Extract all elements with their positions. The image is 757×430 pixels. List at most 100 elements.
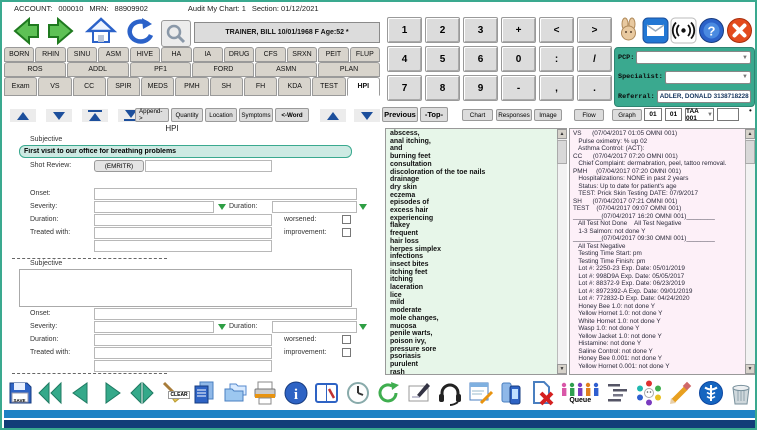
symptom-item[interactable]: pressure sore <box>390 346 554 354</box>
chart-tab[interactable]: FORD <box>192 62 254 77</box>
chart-tab[interactable]: CC <box>73 77 106 96</box>
field-up-button[interactable] <box>320 109 346 122</box>
scrollbar-thumb[interactable] <box>745 140 755 164</box>
pcp-select[interactable]: ▼ <box>636 51 751 64</box>
duration-dropdown-icon[interactable] <box>359 204 367 210</box>
numpad-key[interactable]: 0 <box>501 46 536 72</box>
numpad-key[interactable]: 4 <box>387 46 422 72</box>
home-icon[interactable] <box>85 16 117 51</box>
medical-caduceus-icon[interactable] <box>696 377 725 408</box>
chart-notes-panel[interactable]: VS (07/04/2017 01:05 OMNI 001) Pulse oxi… <box>569 128 755 375</box>
numpad-key[interactable]: 1 <box>387 17 422 43</box>
trash-icon[interactable] <box>727 377 756 408</box>
onset-input[interactable] <box>94 188 357 200</box>
symptom-item[interactable]: purulent <box>390 361 554 369</box>
image-button[interactable]: Image <box>534 109 562 121</box>
chart-tab[interactable]: SH <box>210 77 243 96</box>
scrollbar-down-icon[interactable]: ▼ <box>745 364 755 374</box>
chart-tab[interactable]: HPI <box>347 77 380 96</box>
symptom-item[interactable]: moderate <box>390 307 554 315</box>
series-select[interactable]: TAA 001▼ <box>685 108 714 121</box>
refresh-icon[interactable] <box>374 377 403 408</box>
shot-review-button[interactable]: (EMRITR) <box>94 160 144 172</box>
symptom-item[interactable]: herpes simplex <box>390 246 554 254</box>
chart-tab[interactable]: IA <box>193 47 223 62</box>
numpad-key[interactable]: > <box>577 17 612 43</box>
queue-button[interactable]: Queue <box>558 377 602 408</box>
chart-tab[interactable]: RHIN <box>35 47 65 62</box>
close-icon[interactable] <box>726 16 753 44</box>
symptom-item[interactable]: abscess, <box>390 130 554 138</box>
form-edit-icon[interactable] <box>466 377 495 408</box>
symptom-item[interactable]: discoloration of the toe nails <box>390 169 554 177</box>
symptom-item[interactable]: burning feet <box>390 153 554 161</box>
chart-tab[interactable]: Exam <box>4 77 37 96</box>
symptom-item[interactable]: consultation <box>390 161 554 169</box>
symptom-item[interactable]: infections <box>390 253 554 261</box>
chart-tab[interactable]: VS <box>38 77 71 96</box>
clear-button[interactable]: CLEAR <box>159 377 188 408</box>
responses-button[interactable]: Responses <box>496 109 532 121</box>
scrollbar-thumb[interactable] <box>557 140 567 164</box>
reference-book-icon[interactable] <box>312 377 341 408</box>
duration-combo-input[interactable] <box>272 201 357 213</box>
mobile-devices-icon[interactable] <box>497 377 526 408</box>
extra-input[interactable] <box>94 240 272 252</box>
chart-tab[interactable]: DRUG <box>224 47 254 62</box>
treated2-input[interactable] <box>94 347 272 359</box>
undo-icon[interactable] <box>122 16 156 51</box>
subjective2-textarea[interactable] <box>19 269 352 307</box>
numpad-key[interactable]: / <box>577 46 612 72</box>
symptom-item[interactable]: and <box>390 145 554 153</box>
extra-box[interactable] <box>717 108 739 121</box>
symptom-item[interactable]: flakey <box>390 222 554 230</box>
info-icon[interactable]: i <box>282 377 311 408</box>
wireless-icon[interactable] <box>670 16 697 44</box>
numpad-key[interactable]: 2 <box>425 17 460 43</box>
symptom-word-list[interactable]: abscess,anal itching,andburning feetcons… <box>385 128 567 375</box>
chart-tab[interactable]: BORN <box>4 47 34 62</box>
numpad-key[interactable]: - <box>501 75 536 101</box>
folders-icon[interactable] <box>220 377 249 408</box>
treated-input[interactable] <box>94 227 272 239</box>
severity2-dropdown-icon[interactable] <box>218 324 226 330</box>
location-button[interactable]: Location <box>205 108 237 122</box>
numpad-key[interactable]: 6 <box>463 46 498 72</box>
chart-tab[interactable]: FLUP <box>350 47 380 62</box>
flow-button[interactable]: Flow <box>574 109 604 121</box>
symptom-item[interactable]: hair loss <box>390 238 554 246</box>
headset-icon[interactable] <box>435 377 464 408</box>
quantity-button[interactable]: Quantity <box>171 108 203 122</box>
chart-tab[interactable]: CFS <box>255 47 285 62</box>
last-record-button[interactable] <box>128 377 157 408</box>
duration-input[interactable] <box>94 214 272 226</box>
symptom-item[interactable]: laceration <box>390 284 554 292</box>
append-button[interactable]: Append-> <box>135 108 169 122</box>
numpad-key[interactable]: : <box>539 46 574 72</box>
chart-tab[interactable]: HA <box>161 47 191 62</box>
chart-tab[interactable]: SPIR <box>107 77 140 96</box>
symptom-item[interactable]: mild <box>390 299 554 307</box>
scrollbar-up-icon[interactable]: ▲ <box>557 129 567 139</box>
symptom-item[interactable]: experiencing <box>390 215 554 223</box>
specialist-select[interactable]: ▼ <box>665 71 751 84</box>
severity-dropdown-icon[interactable] <box>218 204 226 210</box>
symptom-item[interactable]: psoriasis <box>390 353 554 361</box>
printer-icon[interactable] <box>251 377 280 408</box>
chart-tab[interactable]: TEST <box>312 77 345 96</box>
numpad-key[interactable]: , <box>539 75 574 101</box>
symptoms-button[interactable]: Symptoms <box>239 108 273 122</box>
onset2-input[interactable] <box>94 308 357 320</box>
chart-tab[interactable]: PLAN <box>318 62 380 77</box>
chart-tab[interactable]: PMH <box>175 77 208 96</box>
numpad-key[interactable]: 8 <box>425 75 460 101</box>
scroll-up-button[interactable] <box>10 109 36 122</box>
symptom-item[interactable]: itching <box>390 276 554 284</box>
save-button[interactable]: SAVE <box>5 377 34 408</box>
severity2-input[interactable] <box>94 321 214 333</box>
chart-button[interactable]: Chart <box>462 109 493 121</box>
chart-tab[interactable]: KDA <box>278 77 311 96</box>
symptom-item[interactable]: poison ivy, <box>390 338 554 346</box>
symptom-item[interactable]: anal itching, <box>390 138 554 146</box>
first-record-button[interactable] <box>36 377 65 408</box>
